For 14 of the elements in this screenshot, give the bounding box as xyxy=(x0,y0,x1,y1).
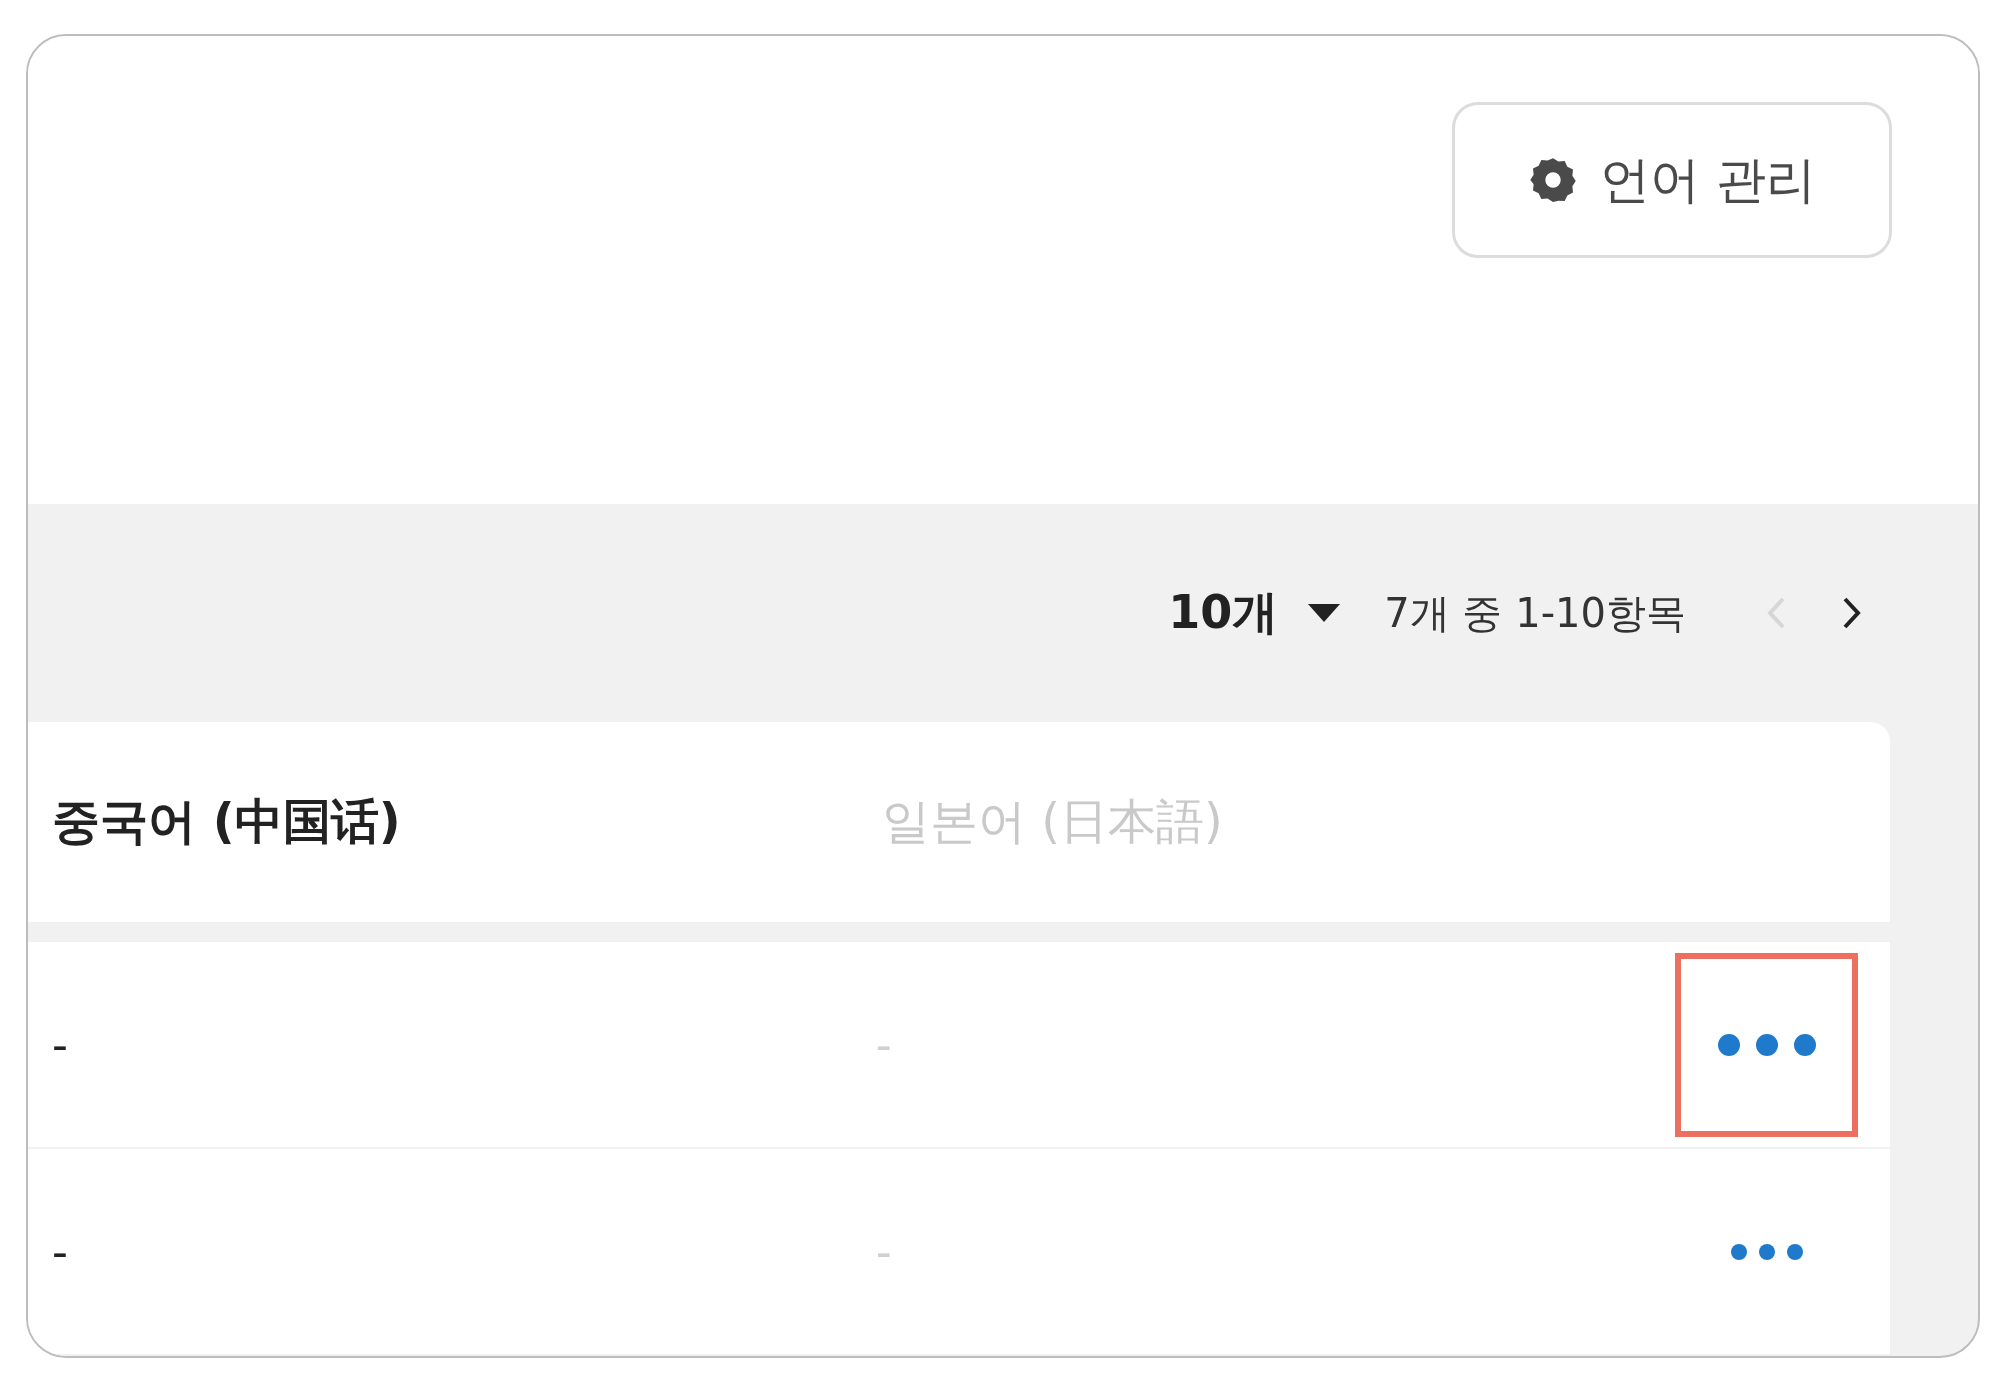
more-icon xyxy=(1730,1243,1803,1260)
chevron-left-icon xyxy=(1766,596,1786,631)
more-button[interactable] xyxy=(1675,952,1858,1137)
chevron-right-icon xyxy=(1842,596,1862,631)
table-cell-text: - xyxy=(874,1019,893,1070)
table-cell-text: - xyxy=(874,1226,893,1277)
caret-icon xyxy=(1308,604,1341,623)
column-header: 중국어 (中国话) xyxy=(51,792,402,851)
table-cell-text: - xyxy=(51,1226,69,1277)
page-range: 7개 중 1-10항목 xyxy=(1384,588,1686,638)
more-icon xyxy=(1717,1033,1816,1056)
manage-languages-button[interactable]: 언어 관리 xyxy=(1452,102,1892,258)
page-size-select[interactable]: 10개 xyxy=(1168,582,1361,645)
table-cell-text: - xyxy=(51,1019,69,1070)
